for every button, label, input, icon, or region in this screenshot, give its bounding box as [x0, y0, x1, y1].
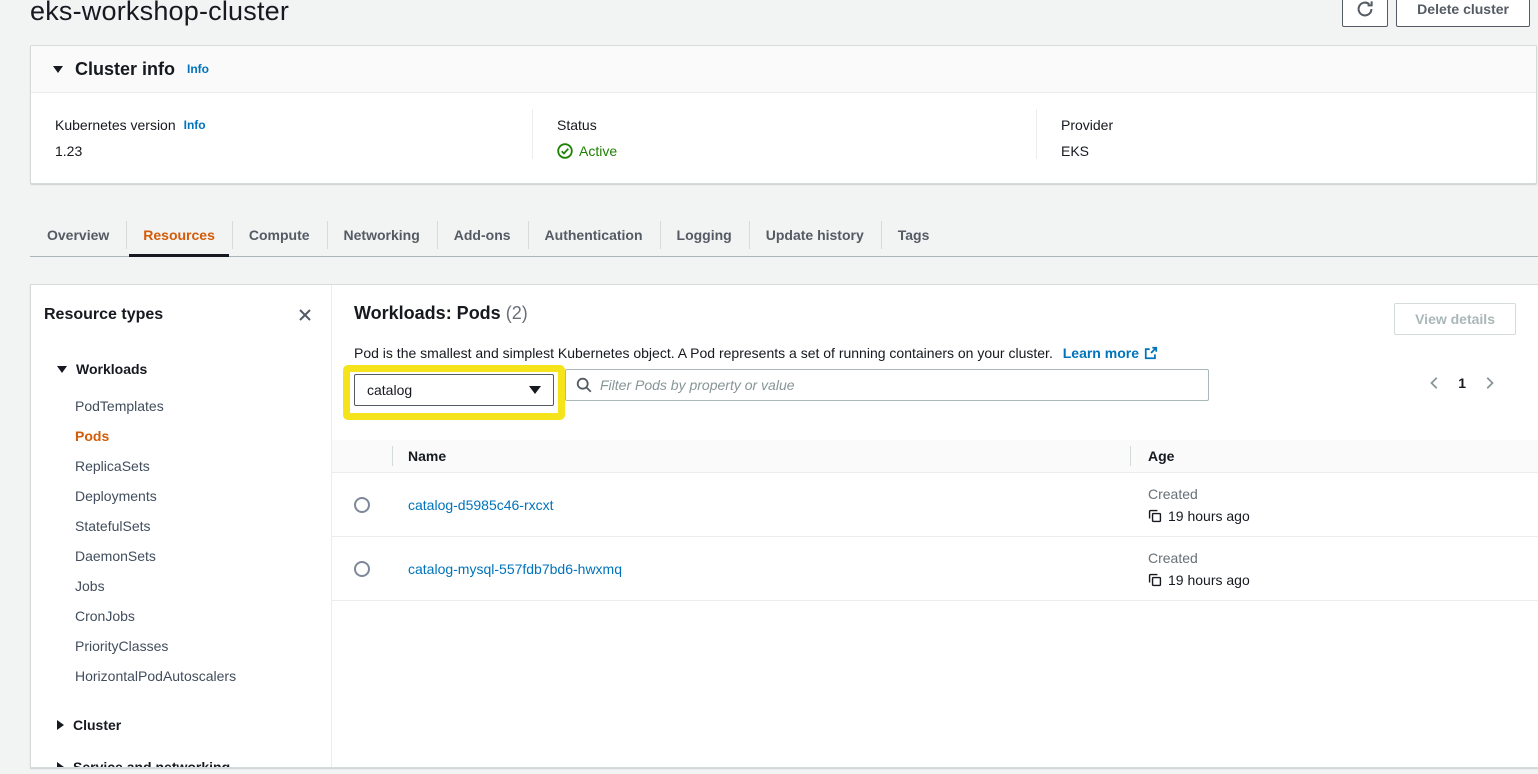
page-number[interactable]: 1: [1458, 375, 1466, 391]
pods-title-row: Workloads: Pods (2) View details: [332, 303, 1538, 335]
chevron-down-icon: [57, 366, 67, 373]
cluster-info-header[interactable]: Cluster info Info: [31, 46, 1536, 93]
page-header: eks-workshop-cluster Delete cluster: [0, 0, 1538, 45]
tab-resources[interactable]: Resources: [126, 214, 232, 256]
tab-tags[interactable]: Tags: [881, 214, 947, 256]
highlight-annotation: catalog: [343, 365, 565, 420]
sidebar-item-replicasets[interactable]: ReplicaSets: [57, 451, 331, 481]
filter-row: catalog 1: [332, 361, 1538, 420]
age-column-header: Age: [1130, 440, 1538, 472]
refresh-button[interactable]: [1342, 0, 1388, 27]
tab-compute[interactable]: Compute: [232, 214, 327, 256]
provider-field: Provider EKS: [1036, 109, 1536, 159]
row-select-radio[interactable]: [354, 497, 370, 513]
view-details-button[interactable]: View details: [1394, 303, 1516, 335]
provider-value: EKS: [1061, 143, 1512, 159]
age-created-label: Created: [1148, 486, 1538, 502]
age-created-label: Created: [1148, 550, 1538, 566]
tab-add-ons[interactable]: Add-ons: [437, 214, 528, 256]
tab-overview[interactable]: Overview: [30, 214, 126, 256]
sidebar-group-cluster-header[interactable]: Cluster: [57, 717, 331, 733]
cluster-info-info-link[interactable]: Info: [187, 62, 209, 76]
pagination: 1: [1428, 371, 1518, 391]
chevron-down-icon: [53, 66, 63, 73]
workloads-items: PodTemplates Pods ReplicaSets Deployment…: [57, 391, 331, 691]
status-field: Status Active: [532, 109, 1036, 159]
chevron-down-icon: [529, 386, 541, 394]
page-title: eks-workshop-cluster: [30, 0, 289, 27]
kubernetes-version-value: 1.23: [55, 143, 508, 159]
copy-icon: [1148, 509, 1162, 523]
sidebar-item-priorityclasses[interactable]: PriorityClasses: [57, 631, 331, 661]
table-row: catalog-d5985c46-rxcxt Created 19 hours …: [332, 473, 1538, 537]
cluster-info-title: Cluster info: [75, 59, 175, 80]
chevron-right-icon: [57, 762, 64, 767]
table-header-row: Name Age: [332, 440, 1538, 473]
age-value: 19 hours ago: [1148, 508, 1538, 524]
resources-content: Resource types Workloads PodTemplates Po…: [30, 284, 1538, 768]
tab-authentication[interactable]: Authentication: [528, 214, 660, 256]
sidebar-group-workloads-header[interactable]: Workloads: [57, 361, 331, 377]
sidebar-title: Resource types: [44, 306, 163, 324]
sidebar-item-jobs[interactable]: Jobs: [57, 571, 331, 601]
external-link-icon: [1144, 346, 1158, 360]
learn-more-link[interactable]: Learn more: [1063, 345, 1158, 361]
tab-networking[interactable]: Networking: [327, 214, 437, 256]
pod-name-link[interactable]: catalog-d5985c46-rxcxt: [408, 497, 554, 513]
sidebar-group-service-networking: Service and networking: [31, 759, 331, 767]
pods-description: Pod is the smallest and simplest Kuberne…: [332, 335, 1538, 361]
sidebar-item-statefulsets[interactable]: StatefulSets: [57, 511, 331, 541]
sidebar-group-cluster: Cluster: [31, 717, 331, 733]
cluster-tabs: Overview Resources Compute Networking Ad…: [30, 214, 1538, 257]
pods-filter-input[interactable]: [600, 377, 1198, 393]
sidebar-item-podtemplates[interactable]: PodTemplates: [57, 391, 331, 421]
pod-name-link[interactable]: catalog-mysql-557fdb7bd6-hwxmq: [408, 561, 622, 577]
sidebar-header: Resource types: [31, 305, 331, 325]
sidebar-item-horizontalpodautoscalers[interactable]: HorizontalPodAutoscalers: [57, 661, 331, 691]
sidebar-item-deployments[interactable]: Deployments: [57, 481, 331, 511]
status-badge: Active: [557, 143, 1012, 159]
table-row: catalog-mysql-557fdb7bd6-hwxmq Created 1…: [332, 537, 1538, 601]
copy-icon: [1148, 573, 1162, 587]
delete-cluster-button[interactable]: Delete cluster: [1396, 0, 1530, 27]
name-column-header: Name: [392, 440, 1130, 472]
status-value: Active: [579, 143, 617, 159]
header-actions: Delete cluster: [1342, 0, 1530, 27]
sidebar-item-cronjobs[interactable]: CronJobs: [57, 601, 331, 631]
sidebar-item-pods[interactable]: Pods: [57, 421, 331, 451]
kubernetes-version-info-link[interactable]: Info: [184, 118, 206, 132]
refresh-icon: [1356, 0, 1374, 18]
cluster-info-body: Kubernetes version Info 1.23 Status Acti…: [31, 93, 1536, 183]
sidebar-item-daemonsets[interactable]: DaemonSets: [57, 541, 331, 571]
tab-update-history[interactable]: Update history: [749, 214, 881, 256]
sidebar-group-service-networking-header[interactable]: Service and networking: [57, 759, 331, 767]
namespace-filter-dropdown[interactable]: catalog: [354, 374, 554, 406]
chevron-left-icon[interactable]: [1428, 376, 1442, 390]
tab-logging[interactable]: Logging: [660, 214, 749, 256]
chevron-right-icon: [57, 720, 64, 730]
pods-panel-title: Workloads: Pods (2): [354, 303, 528, 324]
resource-types-sidebar: Resource types Workloads PodTemplates Po…: [31, 285, 332, 767]
selection-column-header: [332, 440, 392, 472]
pods-table: Name Age catalog-d5985c46-rxcxt Created: [332, 440, 1538, 601]
sidebar-group-workloads: Workloads PodTemplates Pods ReplicaSets …: [31, 361, 331, 691]
kubernetes-version-field: Kubernetes version Info 1.23: [31, 109, 532, 159]
pods-panel: Workloads: Pods (2) View details Pod is …: [332, 285, 1538, 767]
chevron-right-icon[interactable]: [1482, 376, 1496, 390]
namespace-filter-value: catalog: [367, 382, 412, 398]
pods-count: (2): [506, 303, 528, 323]
age-value: 19 hours ago: [1148, 572, 1538, 588]
search-icon: [576, 377, 592, 393]
check-circle-icon: [557, 143, 573, 159]
status-label: Status: [557, 117, 1012, 133]
row-select-radio[interactable]: [354, 561, 370, 577]
kubernetes-version-label: Kubernetes version Info: [55, 117, 508, 133]
provider-label: Provider: [1061, 117, 1512, 133]
cluster-info-card: Cluster info Info Kubernetes version Inf…: [30, 45, 1537, 184]
pods-filter-searchbox: [565, 369, 1209, 401]
close-icon[interactable]: [295, 305, 315, 325]
